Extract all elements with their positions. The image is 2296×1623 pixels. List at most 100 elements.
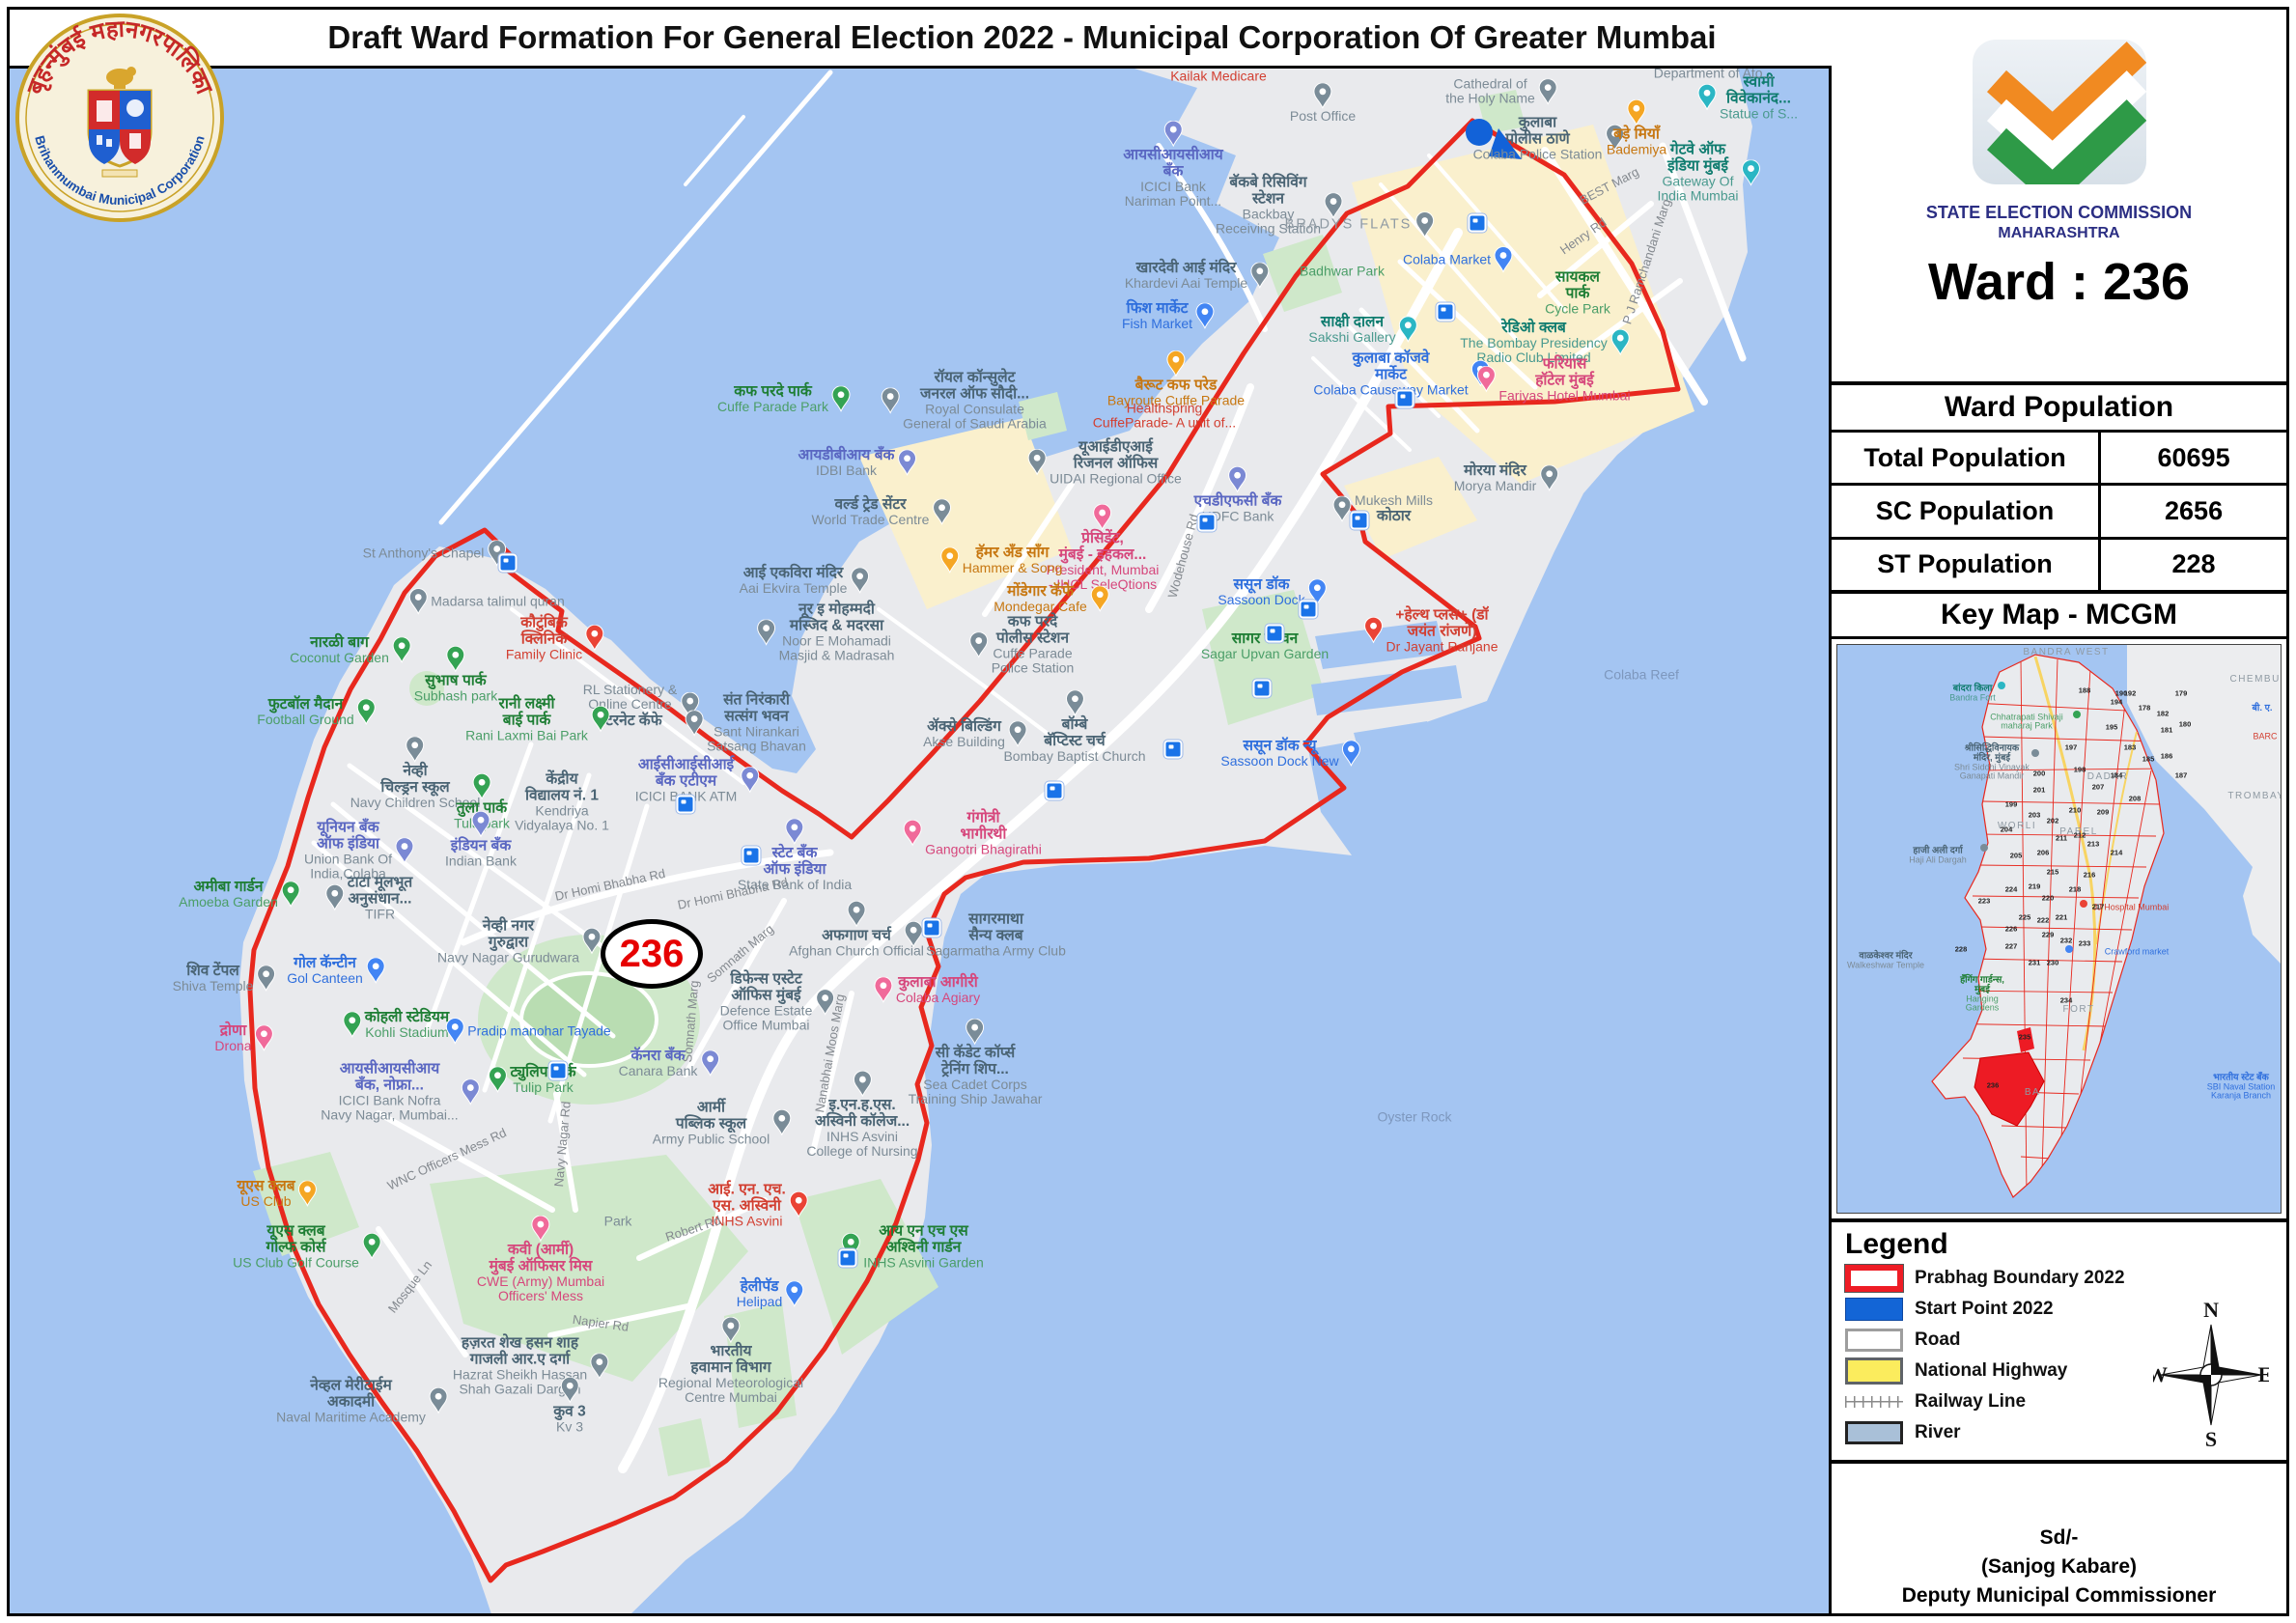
map-label: शिव टेंपलShiva Temple (173, 963, 276, 993)
map-label: Department of Ato... (1654, 69, 1775, 81)
population-label: ST Population (1832, 540, 2101, 590)
map-pin-icon (408, 589, 428, 615)
map-pin-icon (357, 699, 377, 725)
railway-swatch (1845, 1396, 1903, 1408)
keymap-label: Chhatrapati Shivajimaharaj Park (1990, 714, 2063, 732)
keymap-label: बी. ए. (2252, 704, 2272, 714)
map-label: Park (604, 1214, 632, 1228)
map-label: आयसीआयसीआयबँकICICI BankNariman Point... (1123, 121, 1222, 210)
keymap-ward-number: 204 (2001, 825, 2013, 834)
keymap-ward-number: 212 (2074, 831, 2086, 840)
map-pin-icon (1697, 84, 1717, 110)
keymap-ward-number: 218 (2069, 885, 2082, 894)
map-label: आई. एन. एच.एस. अस्विनीINHS Asvini (708, 1181, 808, 1228)
map-label: इंडियन बँकIndian Bank (445, 811, 517, 868)
map-pin-icon (1166, 350, 1186, 377)
map-label: फरियासहॉटेल मुंबईFariyas Hotel Mumbai (1476, 355, 1630, 403)
commission-name: STATE ELECTION COMMISSION (1926, 203, 2192, 223)
map-label: संत निरंकारीसत्संग भवनSant NirankariSats… (685, 692, 806, 755)
map-label: सी कॅडेट कॉर्प्सट्रेनिंग शिप...Sea Cadet… (909, 1019, 1043, 1107)
map-pin-icon (1627, 99, 1646, 126)
signature-sd: Sd/- (2040, 1526, 2079, 1550)
keymap-label: BARC (2253, 732, 2277, 741)
bus-stop-icon (1351, 512, 1369, 530)
map-pin-icon (853, 1071, 872, 1097)
sec-logo-icon (1968, 35, 2151, 189)
map-pin-icon (721, 1317, 741, 1343)
map-label: डिफेन्स एस्टेटऑफिस मुंबईDefence EstateOf… (720, 971, 835, 1034)
street-name-label: Wodehouse Rd (1166, 513, 1202, 600)
keymap-label: Crawford market (2105, 947, 2170, 956)
keymap-ward-number: 188 (2079, 686, 2091, 695)
keymap-ward-number: 201 (2033, 786, 2046, 795)
map-label: वर्ल्ड ट्रेड सेंटरWorld Trade Centre (812, 496, 952, 527)
map-labels-layer: Kailak MedicarePost OfficeआयसीआयसीआयबँकI… (10, 69, 1832, 1613)
map-pin-icon (932, 499, 951, 525)
key-map: BANDRA WESTबांदरा किलाBandra FortCHEMBUR… (1832, 639, 2286, 1222)
bus-stop-icon (1266, 625, 1284, 643)
population-row: ST Population228 (1832, 540, 2286, 590)
map-label: आयडीबीआय बँकIDBI Bank (798, 447, 917, 478)
map-label: भारतीयहवामान विभागRegional Meteorologica… (658, 1317, 803, 1406)
keymap-labels-layer: BANDRA WESTबांदरा किलाBandra FortCHEMBUR… (1837, 645, 2281, 1213)
keymap-label: श्रीसिद्धिविनायकमंदिर, मुंबईShri Siddhi … (1954, 744, 2030, 782)
map-label: प्रेसिडेंट,मुंबई - इहकल...President, Mum… (1047, 504, 1160, 593)
map-label: कफ परदे पार्कCuffe Parade Park (717, 383, 851, 414)
map-pin-icon (785, 819, 804, 845)
population-value: 228 (2101, 540, 2286, 590)
map-label: नारळी बागCoconut Garden (290, 634, 411, 665)
legend-label: Road (1915, 1329, 1961, 1351)
keymap-label: JJ Hospital Mumbai (2093, 903, 2170, 911)
map-pin-icon (429, 1387, 448, 1413)
bus-stop-icon (677, 796, 695, 814)
keymap-ward-number: 206 (2037, 849, 2050, 857)
sheet-frame: Draft Ward Formation For General Electio… (7, 7, 2289, 1616)
street-name-label: Mosque Ln (386, 1258, 435, 1315)
map-label: रानी लक्ष्मीबाई पार्कRani Laxmi Bai Park (465, 695, 610, 742)
keymap-ward-number: 182 (2157, 710, 2170, 718)
map-label: यूआईडीएआईरिजनल ऑफिसUIDAI Regional Office (1027, 438, 1182, 486)
map-label: Cathedral ofthe Holy Name (1445, 77, 1557, 107)
map-label: कुलाबापोलीस ठाणेColaba Police Station (1473, 114, 1625, 161)
map-label: Oyster Rock (1377, 1109, 1451, 1124)
map-pin-icon (406, 737, 425, 763)
keymap-ward-number: 178 (2139, 704, 2151, 713)
map-pin-icon (850, 568, 869, 594)
keymap-ward-number: 223 (1978, 897, 1991, 906)
map-pin-icon (789, 1191, 808, 1217)
legend: Legend Prabhag Boundary 2022Start Point … (1832, 1222, 2286, 1464)
bus-stop-icon (923, 919, 941, 937)
keymap-ward-number: 233 (2079, 939, 2091, 948)
map-label: कौटुंबिकक्लिनिकFamily Clinic (506, 614, 604, 661)
bus-stop-icon (742, 847, 761, 865)
map-pin-icon (366, 958, 385, 984)
map-pin-icon (488, 1067, 507, 1093)
map-pin-icon (700, 1050, 719, 1077)
keymap-ward-number: 197 (2065, 743, 2078, 752)
map-label: हज़रत शेख हसन शाहगाजली आर.ए दर्गाHazrat … (453, 1335, 609, 1398)
ward-population-table: Ward Population Total Population60695SC … (1832, 385, 2286, 594)
keymap-label: TROMBAY (2227, 792, 2282, 802)
keymap-ward-number: 234 (2060, 996, 2073, 1005)
street-name-label: Napier Rd (572, 1313, 630, 1334)
signature-name: (Sanjog Kabare) (1981, 1555, 2137, 1579)
compass-rose: N S E W (2153, 1298, 2269, 1452)
keymap-ward-number: 232 (2060, 937, 2073, 945)
map-label: केंद्रीयविद्यालय नं. 1KendriyaVidyalaya … (515, 771, 609, 834)
map-pin-icon (940, 547, 960, 574)
map-pin-icon (531, 1216, 550, 1242)
map-label: नूर इ मोहम्मदीमस्जिद & मदरसाNoor E Moham… (757, 602, 895, 664)
keymap-ward-number: 229 (2042, 931, 2055, 939)
map-label: टाटा मूलभूतअनुसंधान...TIFR (325, 874, 412, 921)
map-label: ॲक्से बिल्डिंगAkse Building (923, 718, 1027, 749)
map-pin-icon (969, 632, 989, 658)
map-pin-icon (281, 881, 300, 908)
map-label: मोरया मंदिरMorya Mandir (1454, 462, 1559, 493)
population-row: Total Population60695 (1832, 433, 2286, 486)
map-pin-icon (1090, 586, 1109, 612)
keymap-label: FORT (2062, 1005, 2094, 1016)
map-pin-icon (256, 965, 275, 992)
map-pin-icon (831, 386, 851, 412)
keymap-ward-number: 186 (2161, 752, 2173, 761)
keymap-label: हाजी अली दर्गाHaji Ali Dargah (1909, 846, 1967, 864)
